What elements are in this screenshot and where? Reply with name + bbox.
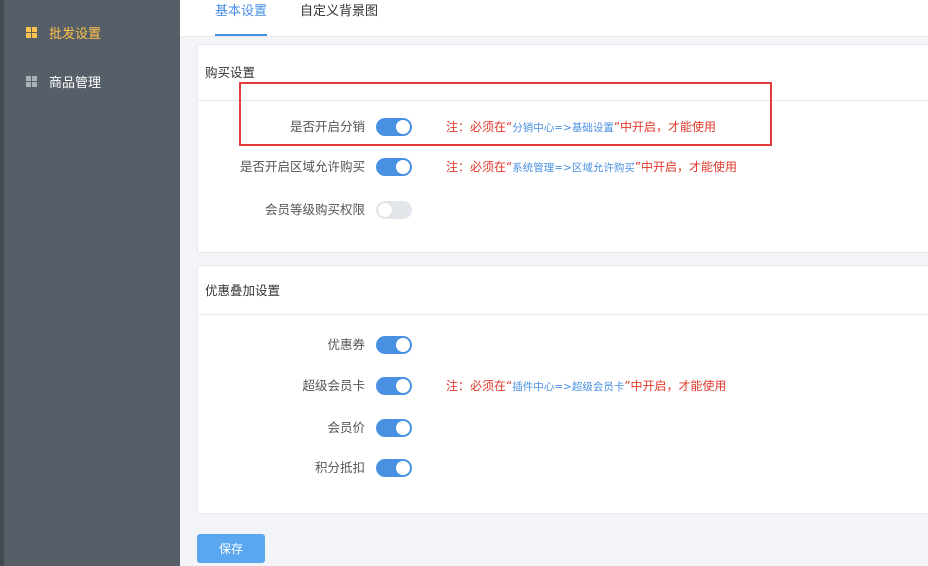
sidebar: 批发设置 商品管理 [0, 0, 180, 566]
setting-label: 超级会员卡 [302, 378, 365, 393]
setting-label: 是否开启区域允许购买 [239, 159, 365, 174]
setting-note: 注：必须在“插件中心=>超级会员卡”中开启，才能使用 [446, 379, 727, 393]
sidebar-item-label: 批发设置 [49, 26, 102, 42]
save-button[interactable]: 保存 [197, 534, 265, 563]
member-level-toggle[interactable] [376, 201, 412, 219]
tab-basic-settings[interactable]: 基本设置 [215, 0, 268, 36]
tab-bar: 基本设置 自定义背景图 [180, 0, 928, 37]
points-deduction-toggle[interactable] [376, 459, 412, 477]
distribution-toggle[interactable] [376, 118, 412, 136]
setting-label: 积分抵扣 [314, 460, 365, 475]
super-member-card-toggle[interactable] [376, 377, 412, 395]
setting-row-member-price: 会员价 [198, 416, 928, 440]
discount-settings-card: 优惠叠加设置 优惠券 超级会员卡 注：必须在“插件中心=>超级会员卡”中开启，才… [197, 265, 928, 514]
card-title: 购买设置 [198, 45, 928, 101]
sidebar-item-product-management[interactable]: 商品管理 [0, 61, 180, 101]
grid-icon [26, 26, 37, 38]
setting-row-super-member-card: 超级会员卡 注：必须在“插件中心=>超级会员卡”中开启，才能使用 [198, 374, 928, 398]
sidebar-item-label: 商品管理 [49, 75, 102, 91]
member-price-toggle[interactable] [376, 419, 412, 437]
setting-row-points-deduction: 积分抵扣 [198, 456, 928, 480]
card-title: 优惠叠加设置 [198, 266, 928, 315]
setting-label: 会员价 [327, 420, 365, 435]
setting-note: 注：必须在“系统管理=>区域允许购买”中开启，才能使用 [446, 160, 738, 174]
setting-label: 会员等级购买权限 [264, 202, 365, 217]
tab-custom-background[interactable]: 自定义背景图 [300, 0, 378, 34]
coupon-toggle[interactable] [376, 336, 412, 354]
sidebar-item-wholesale-settings[interactable]: 批发设置 [0, 12, 180, 52]
setting-row-member-level: 会员等级购买权限 [198, 198, 928, 222]
setting-row-coupon: 优惠券 [198, 333, 928, 357]
setting-note: 注：必须在“分销中心=>基础设置”中开启，才能使用 [446, 120, 717, 134]
setting-row-region-purchase: 是否开启区域允许购买 注：必须在“系统管理=>区域允许购买”中开启，才能使用 [198, 155, 928, 179]
grid-icon [26, 75, 37, 87]
setting-label: 是否开启分销 [289, 119, 365, 134]
setting-row-distribution: 是否开启分销 注：必须在“分销中心=>基础设置”中开启，才能使用 [198, 115, 928, 139]
region-purchase-toggle[interactable] [376, 158, 412, 176]
purchase-settings-card: 购买设置 是否开启分销 注：必须在“分销中心=>基础设置”中开启，才能使用 是否… [197, 44, 928, 253]
setting-label: 优惠券 [327, 337, 365, 352]
